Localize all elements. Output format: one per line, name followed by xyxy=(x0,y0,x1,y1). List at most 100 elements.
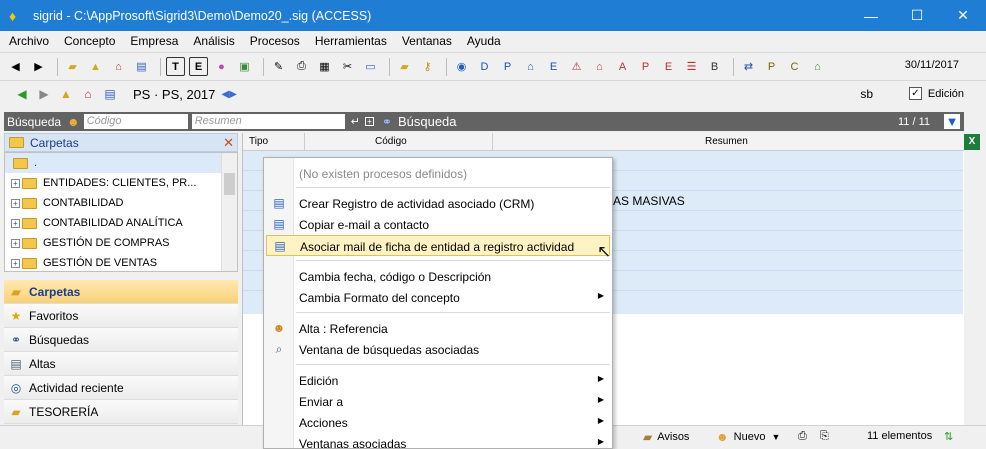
note-p-icon[interactable]: P xyxy=(762,57,781,76)
close-button[interactable]: ✕ xyxy=(940,0,986,31)
folder-up-icon[interactable]: ▲ xyxy=(86,57,105,76)
tree-item[interactable]: + GESTIÓN DE COMPRAS xyxy=(5,233,237,253)
section-altas[interactable]: ▤ Altas xyxy=(4,352,238,376)
section-actividad-reciente[interactable]: ◎ Actividad reciente xyxy=(4,376,238,400)
doc-p-icon[interactable]: P xyxy=(498,57,517,76)
open-folder-icon[interactable]: ▰ xyxy=(63,57,82,76)
menu-ventanas[interactable]: Ventanas xyxy=(397,34,457,48)
menu-herramientas[interactable]: Herramientas xyxy=(310,34,392,48)
menu-item-copiar-email[interactable]: ▤ Copiar e-mail a contacto xyxy=(266,214,610,235)
doc-house-icon[interactable]: ⌂ xyxy=(521,57,540,76)
menu-analisis[interactable]: Análisis xyxy=(188,34,239,48)
menu-procesos[interactable]: Procesos xyxy=(245,34,305,48)
tools-icon[interactable]: ✂ xyxy=(338,57,357,76)
menu-item-ventana-busquedas[interactable]: ⌕ Ventana de búsquedas asociadas xyxy=(266,339,610,360)
tree-item[interactable]: + CONTABILIDAD xyxy=(5,193,237,213)
close-panel-icon[interactable]: ✕ xyxy=(223,135,234,151)
menu-item-enviar-a[interactable]: Enviar a ▶ xyxy=(266,391,610,412)
column-resumen[interactable]: Resumen xyxy=(493,133,963,150)
doc-red-a-icon[interactable]: A xyxy=(613,57,632,76)
image-icon[interactable]: ▣ xyxy=(235,57,254,76)
palette-icon[interactable]: ● xyxy=(212,57,231,76)
menu-archivo[interactable]: Archivo xyxy=(4,34,54,48)
enter-icon[interactable]: ↵ xyxy=(351,115,360,128)
expand-icon[interactable]: + xyxy=(11,198,20,208)
nav-forward-icon[interactable]: ▶ xyxy=(35,85,53,103)
editor-icon[interactable]: E xyxy=(189,57,208,76)
nav-home-icon[interactable]: ⌂ xyxy=(79,85,97,103)
menu-item-cambia-formato[interactable]: Cambia Formato del concepto ▶ xyxy=(266,287,610,308)
maximize-button[interactable]: ☐ xyxy=(894,0,940,31)
doc-red-house-icon[interactable]: ⌂ xyxy=(590,57,609,76)
globe-icon[interactable]: ◉ xyxy=(452,57,471,76)
codigo-input[interactable]: Código xyxy=(83,114,188,129)
resumen-input[interactable]: Resumen xyxy=(191,114,345,129)
section-favoritos[interactable]: ★ Favoritos xyxy=(4,304,238,328)
scroll-thumb[interactable] xyxy=(224,173,235,195)
text-icon[interactable]: T xyxy=(166,57,185,76)
print-status-icon[interactable]: ⎙ xyxy=(798,430,807,443)
tree-item[interactable]: + CONTABILIDAD ANALÍTICA xyxy=(5,213,237,233)
expand-icon[interactable]: + xyxy=(11,178,20,188)
back-icon[interactable]: ◀ xyxy=(6,57,25,76)
edit-icon[interactable]: ✎ xyxy=(269,57,288,76)
menu-item-alta-referencia[interactable]: ☻ Alta : Referencia xyxy=(266,318,610,339)
doc-warning-icon[interactable]: ⚠ xyxy=(567,57,586,76)
doc-red-list-icon[interactable]: ☰ xyxy=(682,57,701,76)
convert-icon[interactable]: ⇄ xyxy=(739,57,758,76)
edicion-checkbox[interactable]: ✓ xyxy=(908,87,922,100)
menu-item-edicion[interactable]: Edición ▶ xyxy=(266,370,610,391)
doc-e-icon[interactable]: E xyxy=(544,57,563,76)
section-carpetas[interactable]: ▰ Carpetas xyxy=(4,280,238,304)
doc-red-e-icon[interactable]: E xyxy=(659,57,678,76)
menu-item-crear-registro[interactable]: ▤ Crear Registro de actividad asociado (… xyxy=(266,193,610,214)
note-c-icon[interactable]: C xyxy=(785,57,804,76)
tree-scrollbar[interactable] xyxy=(221,153,237,271)
menu-item-ventanas-asociadas[interactable]: Ventanas asociadas ▶ xyxy=(266,433,610,448)
menu-item-asociar-mail[interactable]: ▤ Asociar mail de ficha de entidad a reg… xyxy=(266,235,610,256)
tree-item[interactable]: + GESTIÓN DE VENTAS xyxy=(5,253,237,273)
refresh-icon[interactable]: ⇅ xyxy=(944,430,953,443)
menu-item-acciones[interactable]: Acciones ▶ xyxy=(266,412,610,433)
expand-icon[interactable]: + xyxy=(11,238,20,248)
section-tesoreria[interactable]: ▰ TESORERÍA xyxy=(4,400,238,424)
doc-d-icon[interactable]: D xyxy=(475,57,494,76)
nuevo-button[interactable]: ☻ Nuevo ▼ xyxy=(716,430,780,444)
expand-icon[interactable]: + xyxy=(11,218,20,228)
menu-concepto[interactable]: Concepto xyxy=(59,34,120,48)
grid-scrollbar[interactable] xyxy=(964,152,982,424)
preview-icon[interactable]: ▦ xyxy=(315,57,334,76)
tree-item[interactable]: + ENTIDADES: CLIENTES, PR... xyxy=(5,173,237,193)
section-busquedas[interactable]: ⚭ Búsquedas xyxy=(4,328,238,352)
filter-icon[interactable]: ▼ xyxy=(944,114,960,129)
nav-folder-up-icon[interactable]: ▲ xyxy=(57,85,75,103)
edicion-toggle[interactable]: ✓ Edición xyxy=(908,87,964,100)
forward-icon[interactable]: ▶ xyxy=(29,57,48,76)
nav-doc-icon[interactable]: ▤ xyxy=(101,85,119,103)
expand-icon[interactable]: + xyxy=(364,117,374,126)
menu-ayuda[interactable]: Ayuda xyxy=(462,34,506,48)
column-tipo[interactable]: Tipo xyxy=(243,133,305,150)
printer-icon[interactable]: ⎘ xyxy=(820,430,829,443)
minimize-button[interactable]: — xyxy=(848,0,894,31)
home-icon[interactable]: ⌂ xyxy=(109,57,128,76)
doc-b-icon[interactable]: B xyxy=(705,57,724,76)
menu-item-cambia-fecha[interactable]: Cambia fecha, código o Descripción xyxy=(266,266,610,287)
print-icon[interactable]: ⎙ xyxy=(292,57,311,76)
context-arrows-icon[interactable]: ◀▶ xyxy=(221,89,236,100)
tree-item[interactable]: . xyxy=(5,153,237,173)
avisos-button[interactable]: ▰ Avisos xyxy=(643,430,689,444)
excel-export-icon[interactable]: X xyxy=(964,134,980,150)
users-icon: ☻ xyxy=(272,321,286,335)
document-icon[interactable]: ▤ xyxy=(132,57,151,76)
nav-back-icon[interactable]: ◀ xyxy=(13,85,31,103)
screen-icon[interactable]: ▭ xyxy=(361,57,380,76)
menu-empresa[interactable]: Empresa xyxy=(125,34,183,48)
expand-icon[interactable]: + xyxy=(11,258,20,268)
column-codigo[interactable]: Código xyxy=(305,133,493,150)
note-home-icon[interactable]: ⌂ xyxy=(808,57,827,76)
folder-icon[interactable]: ▰ xyxy=(395,57,414,76)
chevron-down-icon[interactable]: ▼ xyxy=(771,432,780,442)
doc-red-p-icon[interactable]: P xyxy=(636,57,655,76)
key-icon[interactable]: ⚷ xyxy=(418,57,437,76)
